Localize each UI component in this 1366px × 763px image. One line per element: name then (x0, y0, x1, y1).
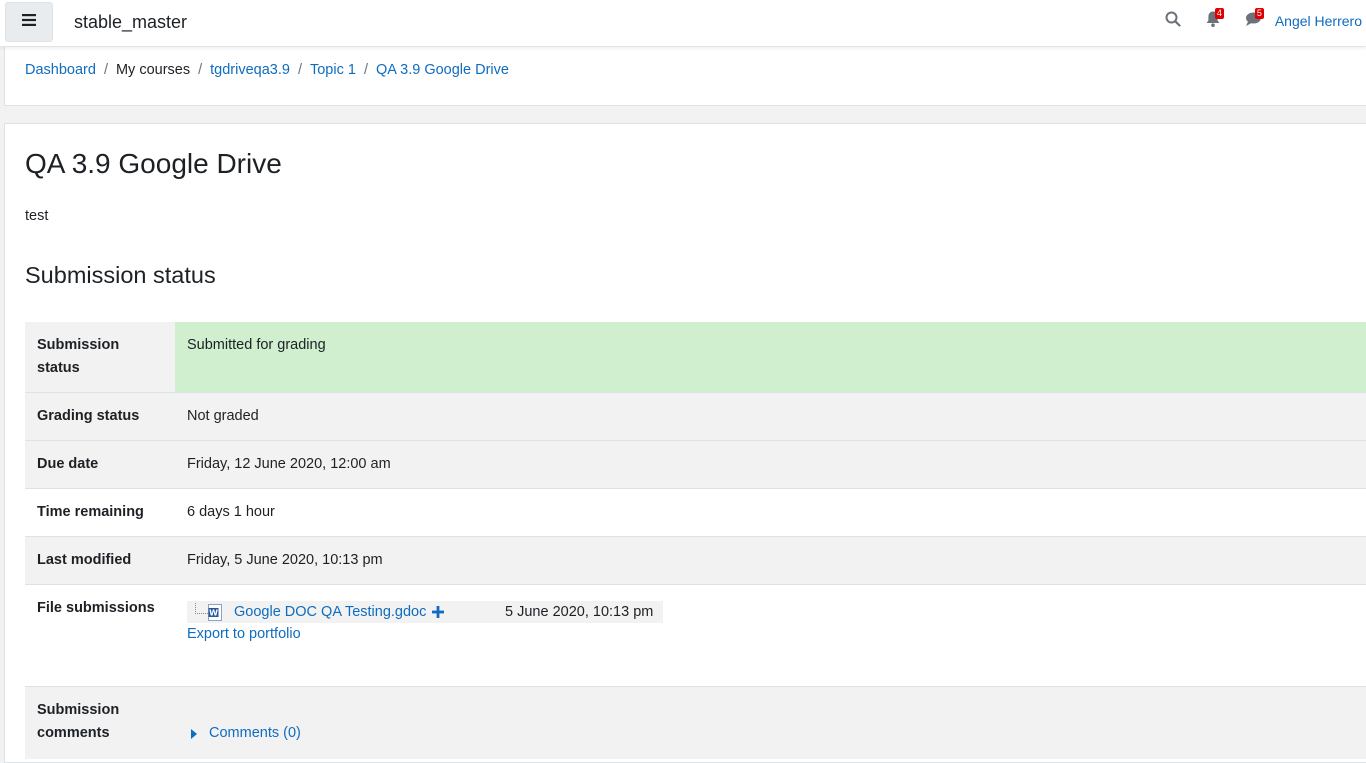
search-button[interactable] (1153, 0, 1193, 42)
breadcrumb-separator: / (103, 62, 108, 78)
submission-comments-cell: Comments (0) (175, 686, 1366, 759)
table-row: Due date Friday, 12 June 2020, 12:00 am (25, 440, 1366, 489)
last-modified-value: Friday, 5 June 2020, 10:13 pm (175, 536, 1366, 585)
row-label-file-submissions: File submissions (25, 584, 175, 687)
tree-connector (195, 602, 208, 614)
row-label-submission-status: Submission status (25, 322, 175, 393)
submitted-file-item: W Google DOC QA Testing.gdoc 5 June 2020… (187, 601, 663, 623)
messages-count-badge: 5 (1254, 8, 1264, 19)
export-to-portfolio-link[interactable]: Export to portfolio (187, 623, 1355, 646)
breadcrumb-my-courses: My courses (115, 62, 191, 78)
breadcrumb-course-link[interactable]: tgdriveqa3.9 (210, 62, 290, 78)
table-row: Time remaining 6 days 1 hour (25, 488, 1366, 537)
user-menu-link[interactable]: Angel Herrero (1273, 13, 1366, 29)
top-navbar: stable_master 4 5 Angel Herrero (0, 0, 1366, 46)
submitted-file-date: 5 June 2020, 10:13 pm (505, 603, 654, 620)
grading-status-value: Not graded (175, 392, 1366, 441)
row-label-last-modified: Last modified (25, 536, 175, 585)
row-label-grading-status: Grading status (25, 392, 175, 441)
breadcrumb-topic-link[interactable]: Topic 1 (310, 62, 356, 78)
table-row: Grading status Not graded (25, 392, 1366, 441)
notifications-button[interactable]: 4 (1193, 0, 1233, 42)
breadcrumb: Dashboard / My courses / tgdriveqa3.9 / … (25, 62, 509, 78)
svg-text:W: W (209, 608, 218, 617)
row-label-due-date: Due date (25, 440, 175, 489)
row-label-time-remaining: Time remaining (25, 488, 175, 537)
table-row: Submission status Submitted for grading (25, 322, 1366, 393)
search-icon (1165, 11, 1181, 32)
file-submissions-cell: W Google DOC QA Testing.gdoc 5 June 2020… (175, 584, 1366, 687)
time-remaining-value: 6 days 1 hour (175, 488, 1366, 537)
hamburger-icon (22, 13, 36, 31)
section-title-submission-status: Submission status (25, 262, 216, 288)
table-row: Submission comments Comments (0) (25, 686, 1366, 759)
submission-status-value: Submitted for grading (175, 322, 1366, 393)
messages-button[interactable]: 5 (1233, 0, 1273, 42)
submission-status-table: Submission status Submitted for grading … (25, 322, 1366, 759)
breadcrumb-separator: / (297, 62, 302, 78)
main-content-card: QA 3.9 Google Drive test Submission stat… (4, 123, 1366, 763)
assignment-intro: test (25, 208, 49, 224)
table-row: Last modified Friday, 5 June 2020, 10:13… (25, 536, 1366, 585)
breadcrumb-separator: / (198, 62, 203, 78)
submitted-file-link[interactable]: Google DOC QA Testing.gdoc (234, 601, 426, 624)
plus-icon[interactable] (432, 606, 445, 618)
comments-label: Comments (0) (209, 725, 301, 741)
word-document-icon: W (208, 603, 222, 621)
table-row: File submissions W Google DOC QA Testing… (25, 584, 1366, 687)
navbar-right-tools: 4 5 Angel Herrero (1153, 0, 1366, 42)
page-header-card: Dashboard / My courses / tgdriveqa3.9 / … (4, 47, 1366, 106)
breadcrumb-separator: / (363, 62, 368, 78)
row-label-submission-comments: Submission comments (25, 686, 175, 759)
site-name[interactable]: stable_master (74, 12, 187, 33)
caret-right-icon (191, 728, 197, 739)
page-title: QA 3.9 Google Drive (25, 148, 282, 179)
notifications-count-badge: 4 (1214, 8, 1224, 19)
comments-toggle-link[interactable]: Comments (0) (191, 722, 301, 745)
breadcrumb-dashboard-link[interactable]: Dashboard (25, 62, 96, 78)
side-drawer-toggle-button[interactable] (5, 2, 53, 42)
due-date-value: Friday, 12 June 2020, 12:00 am (175, 440, 1366, 489)
breadcrumb-assignment-link[interactable]: QA 3.9 Google Drive (376, 62, 509, 78)
